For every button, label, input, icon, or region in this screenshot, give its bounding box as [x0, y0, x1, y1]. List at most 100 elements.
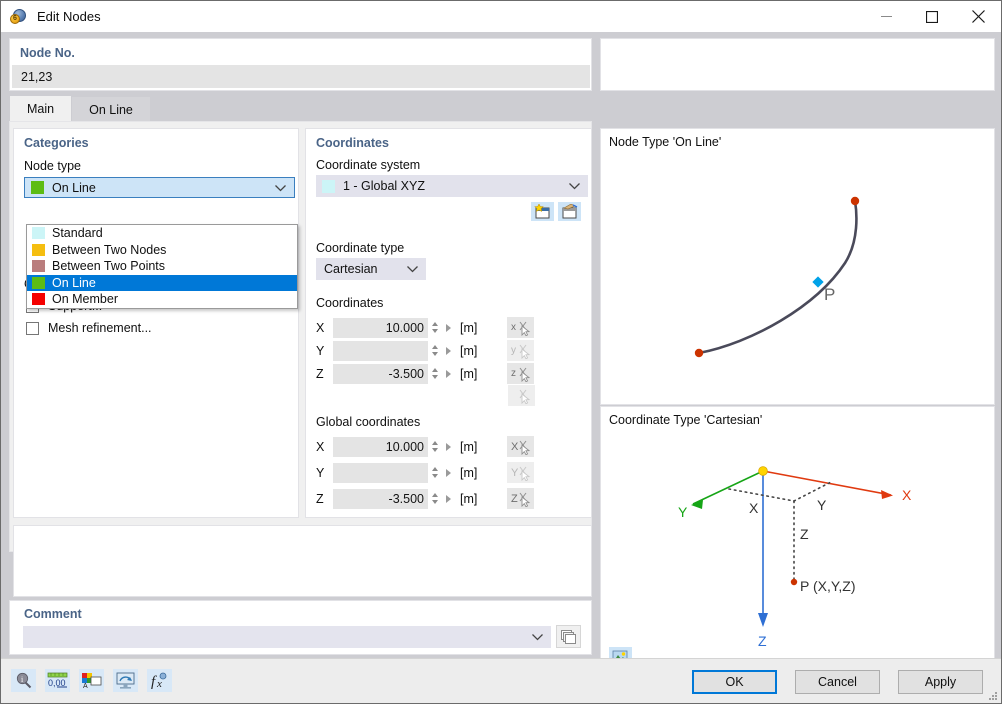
coordinate-type-preview-title: Coordinate Type 'Cartesian'	[609, 413, 763, 427]
resize-grip[interactable]	[988, 691, 998, 701]
coordinate-input-y[interactable]	[333, 340, 428, 361]
global-unit-x: [m]	[460, 439, 478, 454]
pick-x-icon[interactable]: x	[507, 317, 534, 338]
projection-y-label: Y	[817, 497, 827, 513]
node-type-preview-title: Node Type 'On Line'	[609, 135, 722, 149]
node-type-preview-graphic: P	[694, 196, 860, 358]
info-search-icon[interactable]: i	[11, 669, 36, 692]
global-coordinate-input-y[interactable]	[333, 462, 428, 483]
chevron-down-icon	[275, 181, 286, 195]
global-axis-label-y: Y	[316, 465, 325, 480]
comment-row	[23, 625, 581, 648]
spinner-global-y[interactable]	[429, 463, 440, 483]
comment-library-icon[interactable]	[556, 625, 581, 648]
mesh-refinement-label: Mesh refinement...	[48, 321, 152, 335]
minimize-icon[interactable]	[863, 1, 909, 32]
global-unit-z: [m]	[460, 491, 478, 506]
pick-z-icon[interactable]: z	[507, 363, 534, 384]
coordinate-input-x[interactable]: 10.000	[333, 317, 428, 338]
coordinate-type-value: Cartesian	[324, 262, 378, 276]
coordinate-input-z[interactable]: -3.500	[333, 363, 428, 384]
axis-label-x: X	[316, 320, 325, 335]
dropdown-option-on-line[interactable]: On Line	[27, 274, 297, 291]
pick-point-icon[interactable]	[507, 385, 535, 406]
display-text-icon[interactable]: A	[79, 669, 104, 692]
ok-button[interactable]: OK	[692, 670, 777, 694]
coordinate-type-preview-panel: Coordinate Type 'Cartesian' X Y Z X Y Z …	[600, 406, 995, 675]
coordinate-type-label: Coordinate type	[316, 241, 405, 255]
dropdown-option-standard[interactable]: Standard	[27, 225, 297, 242]
option-color-swatch	[32, 260, 45, 273]
node-no-panel: Node No. 21,23	[9, 38, 592, 91]
pick-y-icon[interactable]: y	[507, 340, 534, 361]
expand-arrow-icon[interactable]	[446, 346, 451, 355]
node-type-color-swatch	[31, 181, 44, 194]
svg-text:A: A	[83, 683, 88, 689]
option-color-swatch	[32, 276, 45, 289]
edit-nodes-dialog: 6 Edit Nodes Node No. 21,23 Main On Line	[0, 0, 1002, 704]
dropdown-option-label: On Member	[52, 292, 118, 307]
comment-input[interactable]	[23, 625, 551, 648]
point-p-label: P (X,Y,Z)	[800, 578, 856, 594]
spinner-z[interactable]	[429, 364, 440, 384]
expand-arrow-icon[interactable]	[446, 468, 451, 477]
edit-coordinate-system-icon[interactable]	[558, 202, 581, 221]
pick-global-z-icon[interactable]: Z	[507, 488, 534, 509]
node-no-input[interactable]: 21,23	[12, 65, 590, 88]
node-type-dropdown-list[interactable]: Standard Between Two Nodes Between Two P…	[26, 224, 298, 309]
display-properties-icon[interactable]	[113, 669, 138, 692]
axis-label-z: Z	[316, 366, 324, 381]
dropdown-option-label: On Line	[52, 275, 96, 290]
dialog-footer: i 0,00 A f x OK Cancel Apply	[1, 658, 1001, 703]
dropdown-option-between-two-nodes[interactable]: Between Two Nodes	[27, 242, 297, 259]
expand-arrow-icon[interactable]	[446, 494, 451, 503]
dropdown-option-between-two-points[interactable]: Between Two Points	[27, 258, 297, 275]
coordinate-row-y: Y [m] y	[316, 340, 534, 361]
svg-text:P: P	[824, 285, 835, 304]
chevron-down-icon	[569, 179, 580, 193]
expand-arrow-icon[interactable]	[446, 323, 451, 332]
coordinate-type-preview-graphic: X Y Z X Y Z P (X,Y,Z)	[678, 466, 912, 646]
dialog-body: Node No. 21,23 Main On Line Categories N…	[1, 32, 1001, 703]
axis-x-label: X	[902, 487, 912, 503]
global-coordinate-input-x[interactable]: 10.000	[333, 436, 428, 457]
cancel-button[interactable]: Cancel	[795, 670, 880, 694]
spinner-x[interactable]	[429, 318, 440, 338]
projection-z-label: Z	[800, 526, 809, 542]
option-mesh-refinement[interactable]: Mesh refinement...	[26, 321, 152, 335]
spinner-global-z[interactable]	[429, 489, 440, 509]
mesh-refinement-checkbox[interactable]	[26, 321, 39, 335]
unit-x: [m]	[460, 320, 478, 335]
dropdown-option-label: Standard	[52, 226, 103, 241]
dropdown-option-on-member[interactable]: On Member	[27, 291, 297, 308]
spinner-y[interactable]	[429, 341, 440, 361]
node-edit-icon: 6	[10, 8, 27, 25]
new-coordinate-system-icon[interactable]	[531, 202, 554, 221]
axis-label-y: Y	[316, 343, 325, 358]
node-type-selected-label: On Line	[52, 180, 96, 195]
coordinates-panel: Coordinates Coordinate system 1 - Global…	[305, 128, 592, 518]
apply-button[interactable]: Apply	[898, 670, 983, 694]
tab-main[interactable]: Main	[10, 96, 72, 122]
spinner-global-x[interactable]	[429, 437, 440, 457]
close-icon[interactable]	[955, 1, 1001, 32]
maximize-icon[interactable]	[909, 1, 955, 32]
node-type-combobox[interactable]: On Line	[24, 177, 295, 198]
axis-y-label: Y	[678, 504, 688, 520]
global-coordinate-input-z[interactable]: -3.500	[333, 488, 428, 509]
lower-detail-panel	[13, 525, 592, 597]
coordinate-type-combobox[interactable]: Cartesian	[316, 258, 426, 280]
comment-panel: Comment	[9, 600, 592, 655]
chevron-down-icon[interactable]	[532, 630, 543, 644]
decimal-places-icon[interactable]: 0,00	[45, 669, 70, 692]
coordinate-system-combobox[interactable]: 1 - Global XYZ	[316, 175, 588, 197]
tab-on-line[interactable]: On Line	[72, 97, 150, 122]
option-color-swatch	[32, 293, 45, 306]
pick-global-x-icon[interactable]: X	[507, 436, 534, 457]
unit-y: [m]	[460, 343, 478, 358]
categories-title: Categories	[24, 136, 89, 150]
pick-global-y-icon[interactable]: Y	[507, 462, 534, 483]
expand-arrow-icon[interactable]	[446, 442, 451, 451]
expand-arrow-icon[interactable]	[446, 369, 451, 378]
function-fx-icon[interactable]: f x	[147, 669, 172, 692]
